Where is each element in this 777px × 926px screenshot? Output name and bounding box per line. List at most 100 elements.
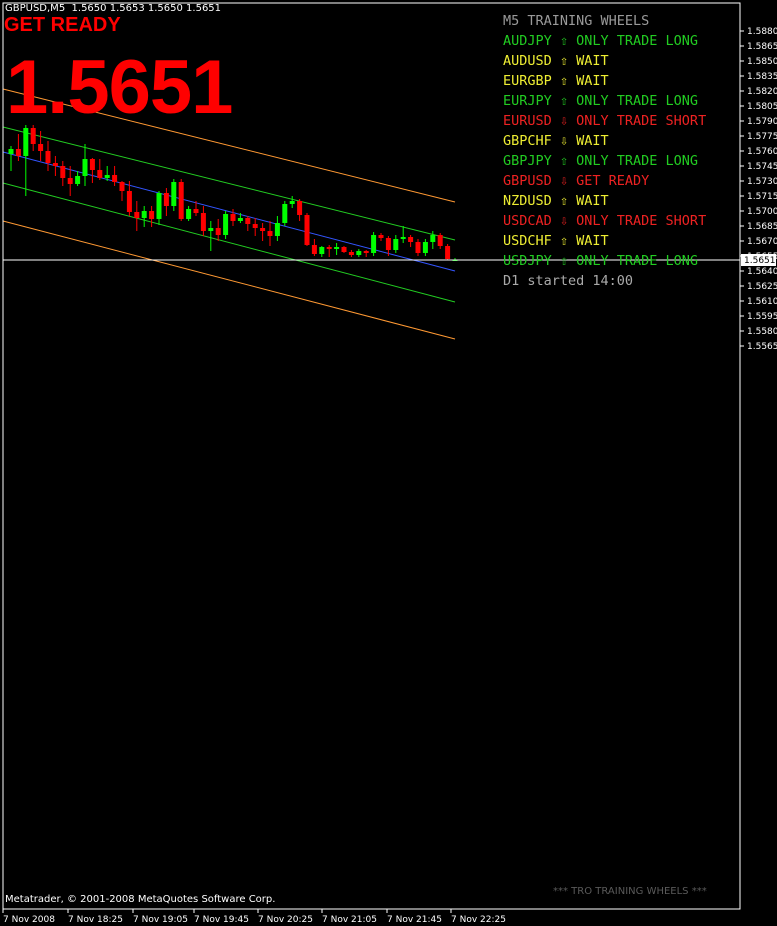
candle-body: [378, 235, 384, 238]
big-price-display: 1.5651: [6, 45, 233, 130]
copyright-label: Metatrader, © 2001-2008 MetaQuotes Softw…: [5, 894, 276, 905]
x-tick-label: 7 Nov 2008: [3, 915, 55, 925]
y-tick-label: 1.5700: [747, 207, 777, 217]
candle-body: [252, 224, 258, 228]
candle: [178, 179, 184, 221]
candle-body: [126, 191, 132, 212]
candle: [408, 235, 414, 247]
candle-body: [274, 223, 280, 236]
candle-body: [15, 149, 21, 156]
candle-body: [45, 151, 51, 163]
pair-signal-row: EURUSD ⇩ ONLY TRADE SHORT: [503, 113, 707, 129]
candle-body: [311, 245, 317, 254]
candle-body: [289, 201, 295, 204]
y-tick-label: 1.5595: [747, 312, 777, 322]
candle: [415, 239, 421, 256]
y-tick-label: 1.5685: [747, 222, 777, 232]
x-tick-label: 7 Nov 22:25: [451, 915, 506, 925]
candle: [45, 141, 51, 171]
candle-body: [400, 237, 406, 239]
candle: [223, 211, 229, 239]
pair-signal-row: AUDUSD ⇧ WAIT: [503, 53, 609, 69]
candle: [422, 239, 428, 256]
candle-body: [104, 175, 110, 178]
channel-line-mid: [2, 151, 456, 272]
y-tick-label: 1.5865: [747, 42, 777, 52]
candle: [445, 244, 451, 260]
candle-body: [223, 214, 229, 235]
candle: [112, 166, 118, 186]
candle: [8, 146, 14, 171]
candle-body: [237, 218, 243, 221]
pair-signal-row: GBPUSD ⇩ GET READY: [503, 173, 650, 189]
candle: [260, 223, 266, 241]
y-tick-label: 1.5835: [747, 72, 777, 82]
candle-body: [134, 212, 140, 218]
candle: [200, 206, 206, 236]
candle: [267, 221, 273, 246]
y-tick-label: 1.5880: [747, 27, 777, 37]
candle: [134, 201, 140, 231]
current-price-label: 1.5651: [744, 256, 776, 266]
candle-body: [326, 247, 332, 249]
candle: [23, 125, 29, 196]
candle: [171, 179, 177, 211]
candle-body: [75, 176, 81, 184]
candle-body: [186, 209, 192, 219]
candle: [274, 216, 280, 241]
candle-body: [356, 251, 362, 255]
candle: [208, 221, 214, 251]
candle: [186, 206, 192, 221]
candle: [163, 188, 169, 216]
candle-body: [200, 213, 206, 231]
candle: [252, 218, 258, 236]
candle: [97, 159, 103, 180]
candle-body: [8, 149, 14, 154]
symbol-header: GBPUSD,M5 1.5650 1.5653 1.5650 1.5651: [5, 3, 222, 14]
y-tick-label: 1.5820: [747, 87, 777, 97]
candle: [341, 246, 347, 253]
candle-body: [430, 235, 436, 242]
y-tick-label: 1.5775: [747, 132, 777, 142]
y-tick-label: 1.5730: [747, 177, 777, 187]
candle-body: [260, 228, 266, 231]
candle-body: [215, 228, 221, 235]
candle-body: [60, 166, 66, 178]
candle: [289, 196, 295, 208]
candle-body: [112, 175, 118, 182]
candle: [304, 213, 310, 246]
candle-body: [422, 242, 428, 253]
candle: [215, 219, 221, 241]
candle-body: [282, 204, 288, 223]
candle-body: [363, 251, 369, 253]
candle-body: [97, 170, 103, 178]
y-tick-label: 1.5580: [747, 327, 777, 337]
candle-body: [119, 182, 125, 191]
watermark-label: *** TRO TRAINING WHEELS ***: [553, 886, 707, 897]
candle-body: [23, 128, 29, 156]
pair-signal-row: NZDUSD ⇧ WAIT: [503, 193, 609, 209]
x-tick-label: 7 Nov 20:25: [258, 915, 313, 925]
training-wheels-panel: M5 TRAINING WHEELS AUDJPY ⇧ ONLY TRADE L…: [503, 11, 706, 291]
candle: [400, 226, 406, 243]
pair-signal-row: EURGBP ⇧ WAIT: [503, 73, 609, 89]
candle: [149, 206, 155, 227]
candle: [378, 233, 384, 241]
candle-body: [67, 178, 73, 184]
candle: [52, 156, 58, 176]
y-tick-label: 1.5640: [747, 267, 777, 277]
y-tick-label: 1.5565: [747, 342, 777, 352]
candle: [311, 239, 317, 256]
candle-body: [208, 228, 214, 231]
candle-body: [52, 163, 58, 166]
y-tick-label: 1.5625: [747, 282, 777, 292]
candle-body: [334, 247, 340, 249]
y-tick-label: 1.5670: [747, 237, 777, 247]
candle: [371, 232, 377, 256]
candle-body: [149, 211, 155, 219]
pair-signal-row: USDCHF ⇧ WAIT: [503, 233, 609, 249]
candle-body: [141, 211, 147, 218]
pair-signal-row: GBPJPY ⇧ ONLY TRADE LONG: [503, 153, 699, 169]
candle-body: [304, 215, 310, 245]
candle: [82, 144, 88, 186]
